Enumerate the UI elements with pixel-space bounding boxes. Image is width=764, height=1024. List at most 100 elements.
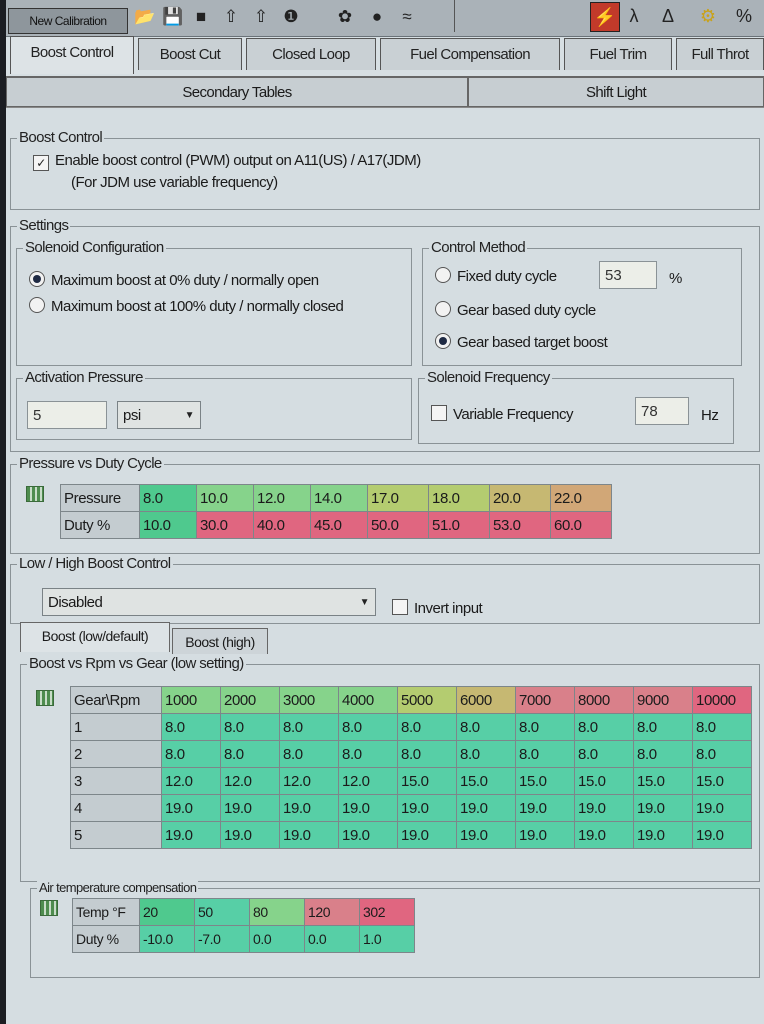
table-cell[interactable]: 60.0 xyxy=(550,511,612,539)
tab-fuel-compensation[interactable]: Fuel Compensation xyxy=(380,38,560,70)
table-cell[interactable]: 19.0 xyxy=(220,794,280,822)
table-cell[interactable]: 17.0 xyxy=(367,484,429,512)
table-cell[interactable]: 8.0 xyxy=(456,713,516,741)
tab-boost-low[interactable]: Boost (low/default) xyxy=(20,622,170,652)
table-cell[interactable]: 19.0 xyxy=(515,821,575,849)
table-cell[interactable]: 12.0 xyxy=(279,767,339,795)
table-cell[interactable]: -10.0 xyxy=(139,925,195,953)
table-cell[interactable]: 19.0 xyxy=(456,794,516,822)
table-cell[interactable]: 19.0 xyxy=(279,794,339,822)
fixed-duty-input[interactable]: 53 xyxy=(599,261,657,289)
table-cell[interactable]: 8.0 xyxy=(161,713,221,741)
variable-frequency-checkbox[interactable]: Variable Frequency xyxy=(431,405,573,425)
table-cell[interactable]: 50 xyxy=(194,898,250,926)
gear-duty-cycle-radio[interactable]: Gear based duty cycle xyxy=(435,301,596,321)
table-grid-icon[interactable] xyxy=(26,486,44,502)
upload-icon[interactable]: ⇧ xyxy=(220,6,242,28)
gear-target-boost-radio[interactable]: Gear based target boost xyxy=(435,333,608,353)
table-cell[interactable]: 12.0 xyxy=(338,767,398,795)
table-cell[interactable]: 8.0 xyxy=(515,713,575,741)
table-cell[interactable]: 18.0 xyxy=(428,484,490,512)
lambda-icon[interactable]: λ xyxy=(620,2,648,30)
table-cell[interactable]: 8.0 xyxy=(220,713,280,741)
table-cell[interactable]: 15.0 xyxy=(397,767,457,795)
table-cell[interactable]: 302 xyxy=(359,898,415,926)
lightning-icon[interactable]: ✿ xyxy=(334,6,356,28)
table-cell[interactable]: 8.0 xyxy=(161,740,221,768)
table-cell[interactable]: 30.0 xyxy=(196,511,254,539)
table-cell[interactable]: 51.0 xyxy=(428,511,490,539)
table-cell[interactable]: 20.0 xyxy=(489,484,551,512)
table-cell[interactable]: 15.0 xyxy=(515,767,575,795)
table-cell[interactable]: 19.0 xyxy=(692,821,752,849)
table-cell[interactable]: 12.0 xyxy=(220,767,280,795)
table-grid-icon[interactable] xyxy=(36,690,54,706)
table-cell[interactable]: 19.0 xyxy=(574,794,634,822)
table-cell[interactable]: 8.0 xyxy=(633,713,693,741)
table-cell[interactable]: 8.0 xyxy=(338,713,398,741)
table-cell[interactable]: 40.0 xyxy=(253,511,311,539)
table-cell[interactable]: 19.0 xyxy=(515,794,575,822)
table-cell[interactable]: 0.0 xyxy=(249,925,305,953)
table-cell[interactable]: 19.0 xyxy=(397,794,457,822)
table-cell[interactable]: 19.0 xyxy=(692,794,752,822)
table-cell[interactable]: 19.0 xyxy=(633,794,693,822)
table-cell[interactable]: 15.0 xyxy=(633,767,693,795)
tab-fuel-trim[interactable]: Fuel Trim xyxy=(564,38,672,70)
info-icon[interactable]: ❶ xyxy=(280,6,302,28)
table-cell[interactable]: 120 xyxy=(304,898,360,926)
new-calibration-button[interactable]: New Calibration xyxy=(8,8,128,34)
table-cell[interactable]: 8.0 xyxy=(397,740,457,768)
table-cell[interactable]: 22.0 xyxy=(550,484,612,512)
table-cell[interactable]: 19.0 xyxy=(456,821,516,849)
table-cell[interactable]: 8.0 xyxy=(397,713,457,741)
table-cell[interactable]: 19.0 xyxy=(338,794,398,822)
normally-closed-radio[interactable]: Maximum boost at 100% duty / normally cl… xyxy=(29,297,344,317)
table-cell[interactable]: 8.0 xyxy=(279,713,339,741)
flash-icon[interactable]: ⚡ xyxy=(590,2,620,32)
table-cell[interactable]: 19.0 xyxy=(161,794,221,822)
table-cell[interactable]: 20 xyxy=(139,898,195,926)
tab-boost-control[interactable]: Boost Control xyxy=(10,36,134,74)
table-cell[interactable]: 12.0 xyxy=(161,767,221,795)
low-high-mode-select[interactable]: Disabled ▼ xyxy=(42,588,376,616)
chip-icon[interactable]: ■ xyxy=(190,6,212,28)
tab-secondary-tables[interactable]: Secondary Tables xyxy=(6,77,468,107)
tab-full-throttle[interactable]: Full Throt xyxy=(676,38,764,70)
table-cell[interactable]: 8.0 xyxy=(692,740,752,768)
table-cell[interactable]: 14.0 xyxy=(310,484,368,512)
table-cell[interactable]: 8.0 xyxy=(633,740,693,768)
table-cell[interactable]: 53.0 xyxy=(489,511,551,539)
table-cell[interactable]: 10.0 xyxy=(196,484,254,512)
table-cell[interactable]: 12.0 xyxy=(253,484,311,512)
arrow-up-icon[interactable]: ⇧ xyxy=(250,6,272,28)
table-cell[interactable]: 8.0 xyxy=(338,740,398,768)
table-cell[interactable]: 19.0 xyxy=(279,821,339,849)
table-cell[interactable]: 0.0 xyxy=(304,925,360,953)
table-cell[interactable]: 8.0 xyxy=(692,713,752,741)
table-grid-icon[interactable] xyxy=(40,900,58,916)
tab-shift-light[interactable]: Shift Light xyxy=(468,77,764,107)
record-icon[interactable]: ● xyxy=(366,6,388,28)
table-cell[interactable]: 8.0 xyxy=(574,740,634,768)
fixed-duty-cycle-radio[interactable]: Fixed duty cycle xyxy=(435,267,557,287)
table-cell[interactable]: 8.0 xyxy=(220,740,280,768)
tab-closed-loop[interactable]: Closed Loop xyxy=(246,38,376,70)
table-cell[interactable]: 1.0 xyxy=(359,925,415,953)
target-icon[interactable]: ⚙ xyxy=(694,2,722,30)
table-cell[interactable]: 19.0 xyxy=(397,821,457,849)
table-cell[interactable]: 15.0 xyxy=(456,767,516,795)
table-cell[interactable]: 19.0 xyxy=(574,821,634,849)
normally-open-radio[interactable]: Maximum boost at 0% duty / normally open xyxy=(29,271,319,291)
table-cell[interactable]: 15.0 xyxy=(574,767,634,795)
table-cell[interactable]: 80 xyxy=(249,898,305,926)
enable-boost-control-checkbox[interactable]: ✓ Enable boost control (PWM) output on A1… xyxy=(33,151,421,171)
tab-boost-cut[interactable]: Boost Cut xyxy=(138,38,242,70)
open-folder-icon[interactable]: 📂 xyxy=(134,6,156,28)
tab-boost-high[interactable]: Boost (high) xyxy=(172,628,268,654)
table-cell[interactable]: 19.0 xyxy=(161,821,221,849)
table-cell[interactable]: 10.0 xyxy=(139,511,197,539)
frequency-input[interactable]: 78 xyxy=(635,397,689,425)
activation-pressure-input[interactable]: 5 xyxy=(27,401,107,429)
wave-icon[interactable]: ≈ xyxy=(396,6,418,28)
